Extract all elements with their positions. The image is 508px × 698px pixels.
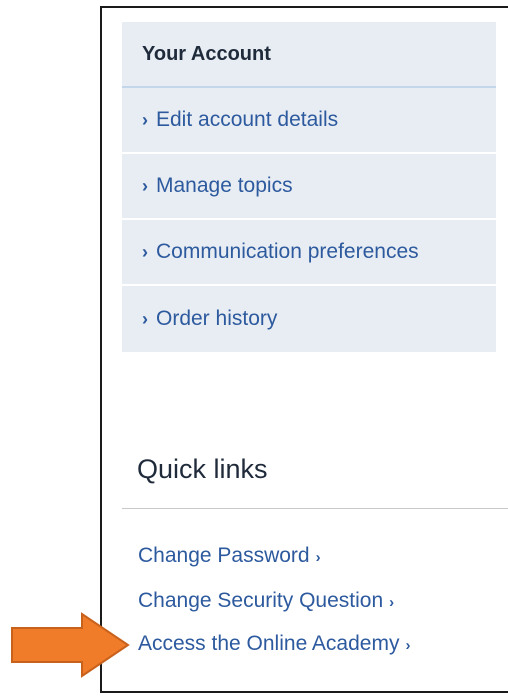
quick-link-label: Access the Online Academy — [138, 632, 400, 655]
chevron-right-icon: › — [142, 109, 148, 130]
chevron-right-icon: › — [142, 308, 148, 329]
account-item-label: Manage topics — [156, 174, 293, 197]
page: Your Account › Edit account details › Ma… — [0, 0, 508, 698]
arrow-shape — [11, 612, 130, 678]
account-item-communication-preferences[interactable]: › Communication preferences — [122, 220, 496, 286]
account-item-manage-topics[interactable]: › Manage topics — [122, 154, 496, 220]
account-item-label: Edit account details — [156, 108, 339, 131]
account-item-edit-details[interactable]: › Edit account details — [122, 88, 496, 154]
quick-link-label: Change Security Question — [138, 589, 384, 612]
quick-links-heading: Quick links — [137, 454, 268, 484]
chevron-right-icon: › — [405, 637, 411, 654]
quick-links-divider — [122, 508, 508, 509]
your-account-panel: Your Account › Edit account details › Ma… — [122, 22, 496, 352]
your-account-heading: Your Account — [122, 22, 496, 88]
arrow-right-icon — [11, 612, 130, 678]
chevron-right-icon: › — [142, 241, 148, 262]
account-item-label: Order history — [156, 307, 278, 330]
change-password-link[interactable]: Change Password › — [138, 544, 321, 568]
account-item-label: Communication preferences — [156, 240, 419, 263]
account-item-order-history[interactable]: › Order history — [122, 286, 496, 352]
access-online-academy-link[interactable]: Access the Online Academy › — [138, 632, 410, 656]
quick-link-label: Change Password — [138, 544, 310, 567]
change-security-question-link[interactable]: Change Security Question › — [138, 589, 394, 613]
chevron-right-icon: › — [315, 549, 321, 566]
chevron-right-icon: › — [389, 594, 395, 611]
chevron-right-icon: › — [142, 175, 148, 196]
